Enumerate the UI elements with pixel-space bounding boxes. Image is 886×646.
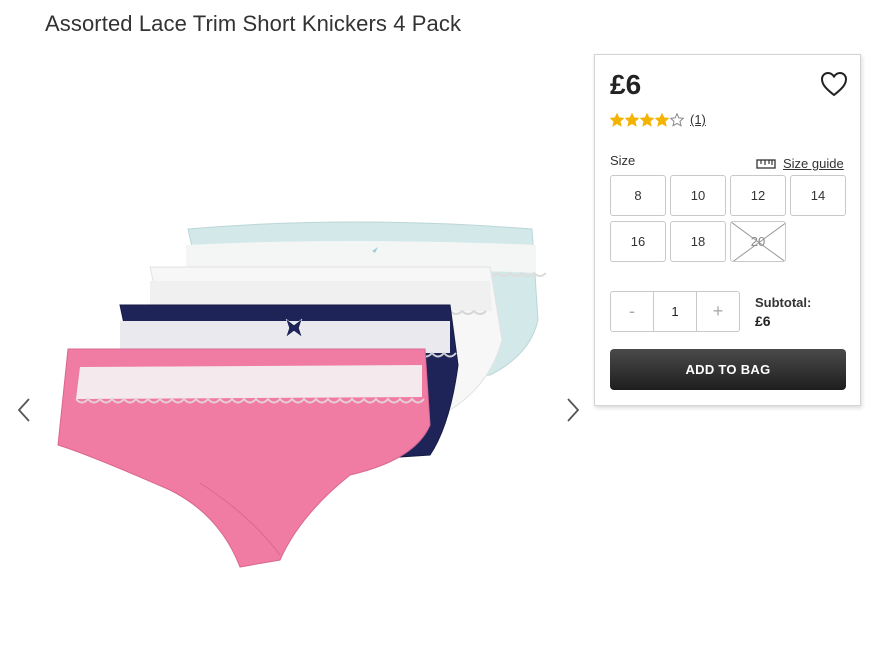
product-title: Assorted Lace Trim Short Knickers 4 Pack [45, 11, 462, 36]
ruler-icon [756, 158, 776, 169]
chevron-left-icon [17, 398, 30, 422]
size-option-label: 16 [630, 234, 646, 249]
subtotal-label: Subtotal: [755, 295, 812, 310]
unavailable-cross-icon [731, 222, 785, 261]
heart-outline-icon [820, 71, 848, 97]
size-option-10[interactable]: 10 [670, 175, 726, 216]
size-option-label: 14 [810, 188, 826, 203]
size-option-label: 18 [690, 234, 706, 249]
purchase-panel: £6 (1) Size Size guide 8 10 12 14 16 18 20 - 1… [594, 54, 861, 406]
review-count-link[interactable]: (1) [690, 112, 706, 127]
chevron-right-icon [567, 398, 580, 422]
size-option-20: 20 [730, 221, 786, 262]
star-filled-icon [625, 112, 639, 127]
size-option-12[interactable]: 12 [730, 175, 786, 216]
quantity-stepper: - 1 + [610, 291, 740, 332]
subtotal-amount: £6 [755, 313, 771, 329]
star-filled-icon [655, 112, 669, 127]
add-to-bag-button[interactable]: ADD TO BAG [610, 349, 846, 390]
product-gallery [0, 190, 590, 590]
gallery-prev-button[interactable] [14, 395, 34, 425]
gallery-next-button[interactable] [563, 395, 583, 425]
size-option-16[interactable]: 16 [610, 221, 666, 262]
size-guide-link[interactable]: Size guide [756, 156, 844, 171]
size-option-label: 8 [634, 188, 642, 203]
subtotal: Subtotal: £6 [755, 295, 811, 329]
quantity-increase-button[interactable]: + [697, 292, 739, 331]
size-option-label: 10 [690, 188, 706, 203]
star-filled-icon [610, 112, 624, 127]
rating-stars [610, 112, 684, 127]
size-guide-label: Size guide [783, 156, 844, 171]
product-image[interactable] [50, 215, 560, 575]
product-price: £6 [610, 69, 642, 100]
wishlist-button[interactable] [820, 71, 848, 97]
size-label: Size [610, 153, 636, 168]
star-filled-icon [640, 112, 654, 127]
quantity-decrease-button[interactable]: - [611, 292, 653, 331]
quantity-value[interactable]: 1 [653, 292, 697, 331]
product-rating: (1) [610, 112, 706, 127]
size-option-14[interactable]: 14 [790, 175, 846, 216]
size-option-18[interactable]: 18 [670, 221, 726, 262]
size-option-label: 12 [750, 188, 766, 203]
star-empty-icon [670, 112, 684, 127]
size-option-8[interactable]: 8 [610, 175, 666, 216]
